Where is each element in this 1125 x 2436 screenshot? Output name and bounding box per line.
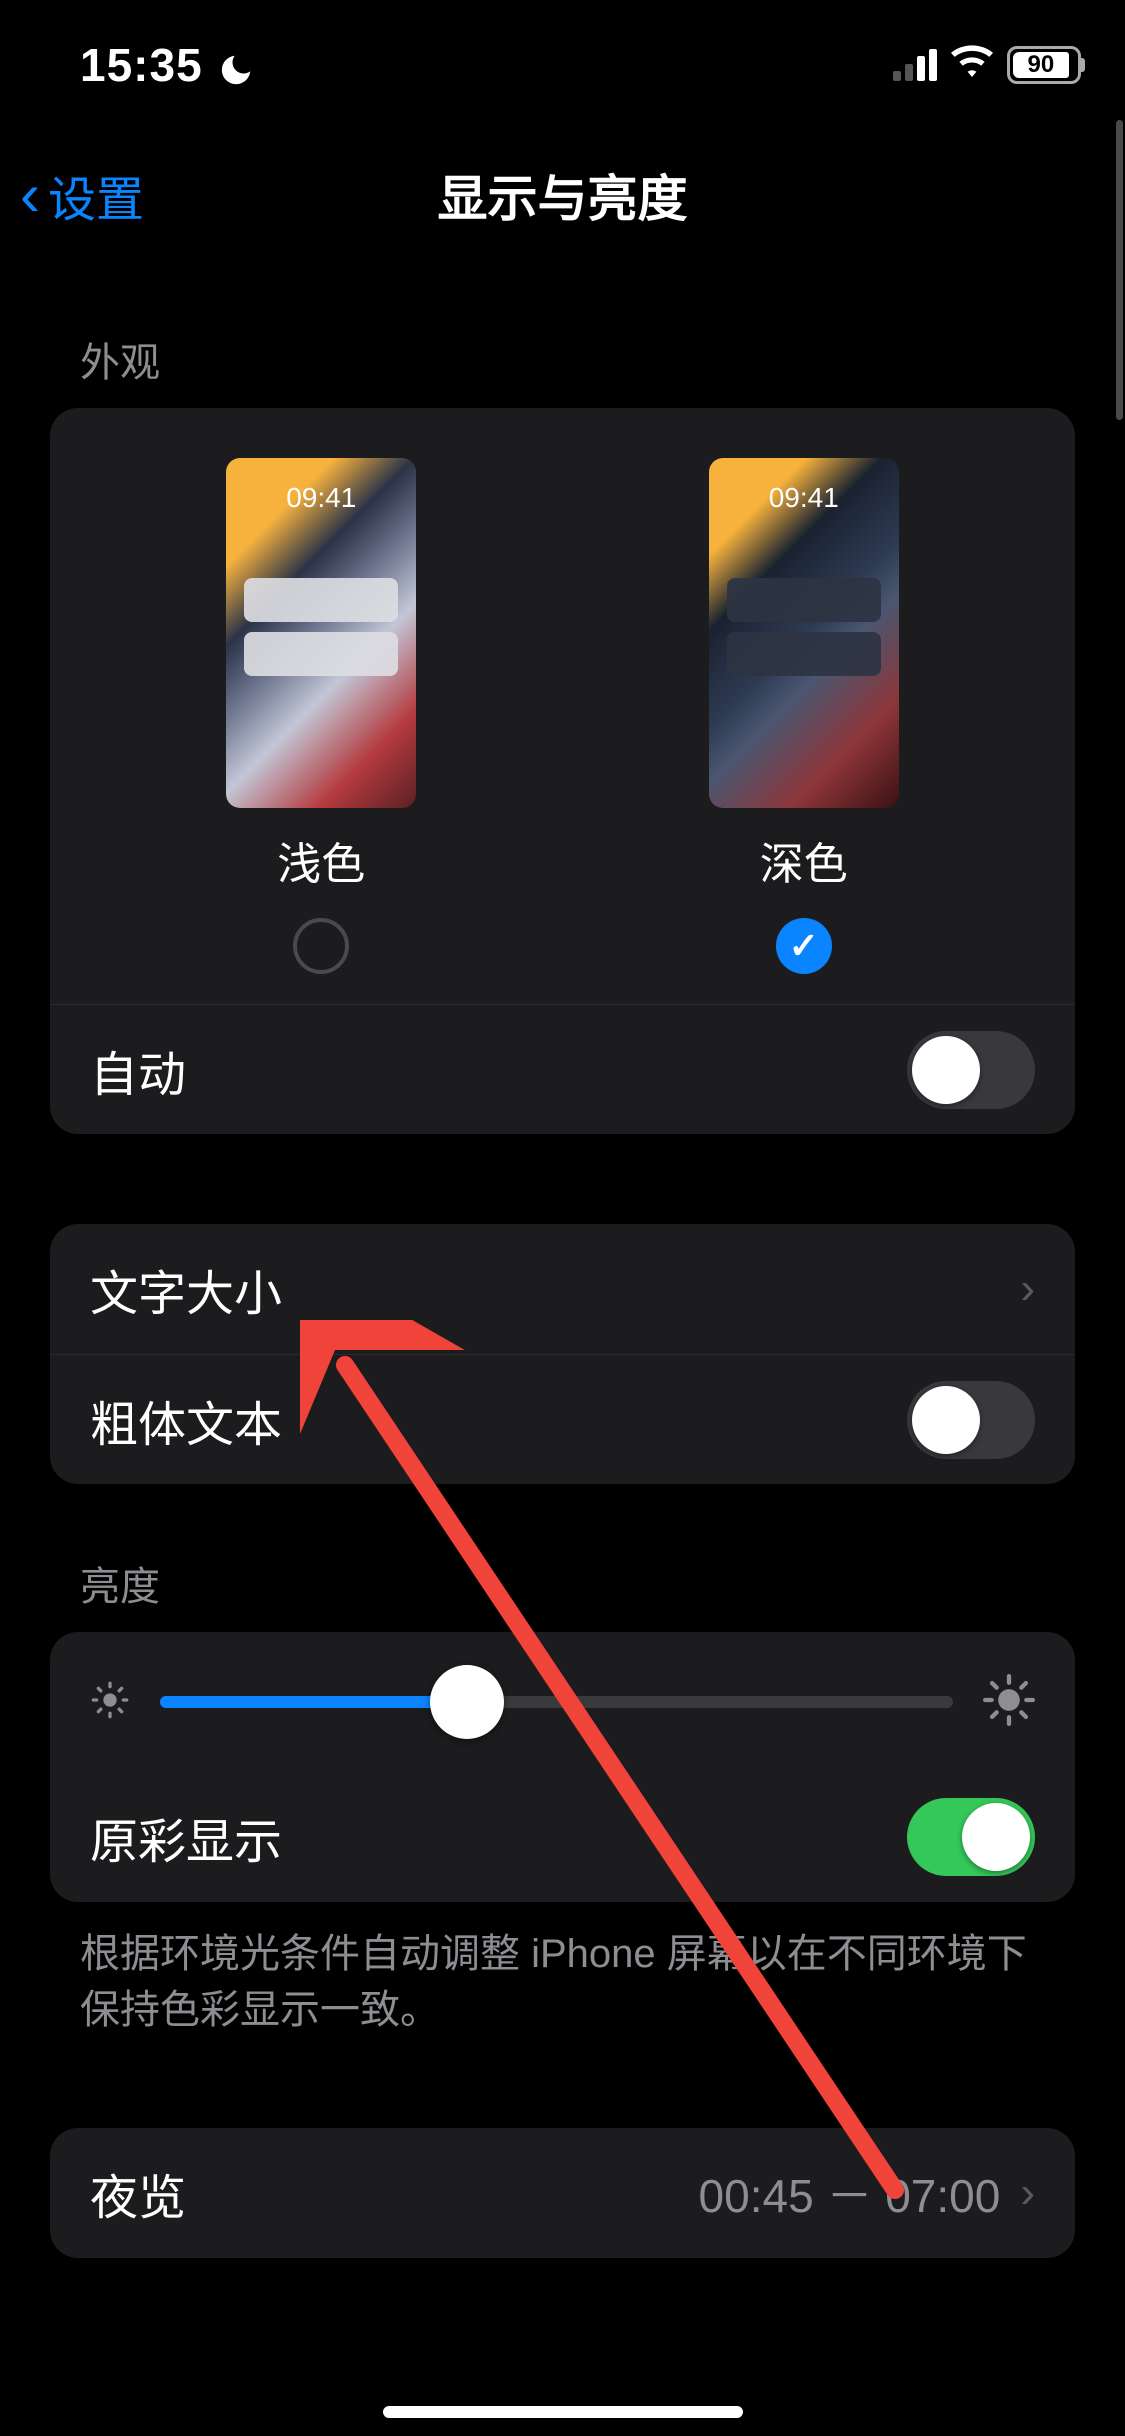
section-header-brightness: 亮度 xyxy=(80,1554,1075,1612)
slider-fill xyxy=(160,1696,445,1708)
section-header-appearance: 外观 xyxy=(80,330,1075,388)
toggle-auto[interactable] xyxy=(907,1031,1035,1109)
appearance-dark-label: 深色 xyxy=(760,828,848,892)
battery-level: 90 xyxy=(1013,52,1069,78)
preview-widget xyxy=(244,632,398,676)
sun-max-icon xyxy=(983,1674,1035,1731)
chevron-right-icon: › xyxy=(1020,2168,1035,2218)
auto-label: 自动 xyxy=(90,1035,186,1105)
group-appearance: 09:41 浅色 09:41 深色 ✓ 自动 xyxy=(50,408,1075,1134)
radio-light[interactable] xyxy=(293,918,349,974)
row-text-size[interactable]: 文字大小 › xyxy=(50,1224,1075,1354)
row-brightness-slider xyxy=(50,1632,1075,1772)
group-text: 文字大小 › 粗体文本 xyxy=(50,1224,1075,1484)
appearance-light-label: 浅色 xyxy=(277,828,365,892)
status-left: 15:35 xyxy=(80,38,255,92)
do-not-disturb-icon xyxy=(217,46,255,84)
row-true-tone[interactable]: 原彩显示 xyxy=(50,1772,1075,1902)
preview-time-label: 09:41 xyxy=(226,482,416,514)
chevron-right-icon: › xyxy=(1020,1264,1035,1314)
row-bold-text[interactable]: 粗体文本 xyxy=(50,1354,1075,1484)
sun-min-icon xyxy=(90,1680,130,1725)
appearance-option-light[interactable]: 09:41 浅色 xyxy=(226,458,416,974)
preview-time-label: 09:41 xyxy=(709,482,899,514)
slider-thumb[interactable] xyxy=(430,1665,504,1739)
appearance-previews: 09:41 浅色 09:41 深色 ✓ xyxy=(50,408,1075,1004)
group-brightness: 原彩显示 xyxy=(50,1632,1075,1902)
preview-widget xyxy=(244,578,398,622)
page-title: 显示与亮度 xyxy=(438,159,688,231)
toggle-bold-text[interactable] xyxy=(907,1381,1035,1459)
wifi-icon xyxy=(951,42,993,89)
cellular-signal-icon xyxy=(893,49,937,81)
footer-true-tone: 根据环境光条件自动调整 iPhone 屏幕以在不同环境下保持色彩显示一致。 xyxy=(50,1902,1075,2038)
toggle-true-tone[interactable] xyxy=(907,1798,1035,1876)
preview-widget xyxy=(727,632,881,676)
scroll-indicator[interactable] xyxy=(1116,120,1123,420)
row-auto-appearance[interactable]: 自动 xyxy=(50,1004,1075,1134)
status-time: 15:35 xyxy=(80,38,203,92)
bold-label: 粗体文本 xyxy=(90,1385,282,1455)
brightness-slider[interactable] xyxy=(160,1696,953,1708)
night-shift-label: 夜览 xyxy=(90,2158,186,2228)
status-right: 90 xyxy=(893,42,1085,89)
appearance-option-dark[interactable]: 09:41 深色 ✓ xyxy=(709,458,899,974)
back-button[interactable]: ‹ 设置 xyxy=(20,160,144,230)
preview-dark: 09:41 xyxy=(709,458,899,808)
night-shift-detail: 00:45 － 07:00 xyxy=(699,2160,1001,2226)
text-size-label: 文字大小 xyxy=(90,1254,282,1324)
row-night-shift[interactable]: 夜览 00:45 － 07:00 › xyxy=(50,2128,1075,2258)
preview-light: 09:41 xyxy=(226,458,416,808)
group-night-shift: 夜览 00:45 － 07:00 › xyxy=(50,2128,1075,2258)
navigation-bar: ‹ 设置 显示与亮度 xyxy=(0,130,1125,260)
back-label: 设置 xyxy=(48,160,144,230)
radio-dark[interactable]: ✓ xyxy=(776,918,832,974)
chevron-left-icon: ‹ xyxy=(20,165,40,225)
preview-widget xyxy=(727,578,881,622)
home-indicator[interactable] xyxy=(383,2406,743,2418)
true-tone-label: 原彩显示 xyxy=(90,1802,282,1872)
status-bar: 15:35 90 xyxy=(0,0,1125,130)
battery-icon: 90 xyxy=(1007,46,1085,84)
